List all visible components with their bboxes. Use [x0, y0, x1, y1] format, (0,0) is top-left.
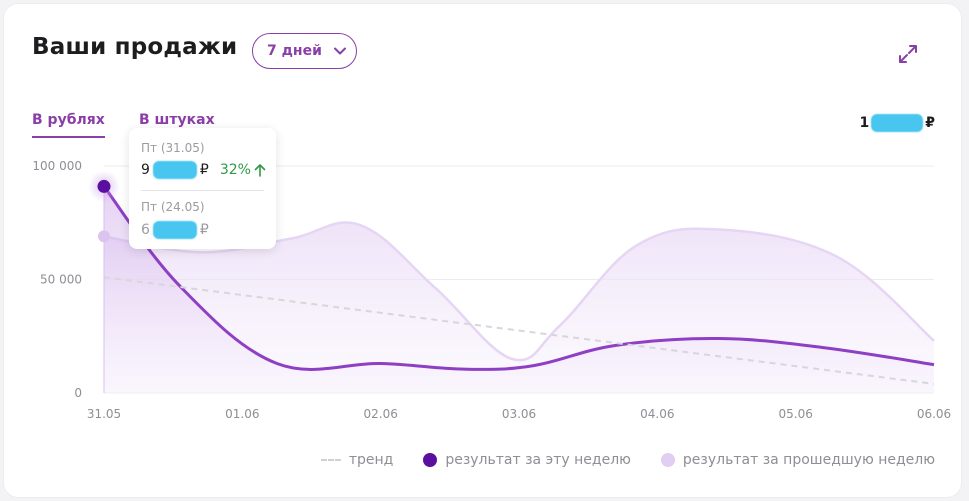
this-week-point [97, 179, 111, 193]
x-tick-label: 03.06 [502, 407, 536, 421]
x-tick-label: 01.06 [225, 407, 259, 421]
legend-item-last-week[interactable]: результат за прошедшую неделю [660, 452, 935, 468]
previous-week-point [98, 230, 110, 243]
redacted-value [152, 221, 197, 239]
trend-swatch [320, 459, 341, 461]
sales-card: Ваши продажи 7 дней В рублях В штуках 1 … [4, 4, 961, 497]
chart-legend: тренд результат за эту неделю результат … [320, 452, 935, 468]
growth-percent: 32% [219, 162, 251, 178]
tooltip-current-prefix: 9 [141, 162, 150, 178]
x-tick-label: 31.05 [87, 407, 121, 421]
tooltip-current-date: Пт (31.05) [141, 141, 205, 155]
legend-label: тренд [348, 452, 394, 468]
last-week-swatch [660, 453, 675, 467]
legend-label: результат за прошедшую неделю [682, 452, 935, 468]
chart-tooltip: Пт (31.05) 9 ₽ 32% Пт (24.05) 6 ₽ [129, 128, 276, 249]
tooltip-current-currency: ₽ [199, 162, 209, 178]
x-tick-label: 04.06 [640, 407, 674, 421]
this-week-swatch [423, 453, 438, 467]
tooltip-previous-value: 6 ₽ [141, 221, 209, 239]
x-tick-label: 05.06 [778, 407, 812, 421]
legend-item-trend[interactable]: тренд [320, 452, 394, 468]
x-tick-label: 02.06 [363, 407, 397, 421]
tooltip-previous-date: Пт (24.05) [141, 200, 205, 214]
legend-label: результат за эту неделю [445, 452, 631, 468]
growth-badge: 32% [220, 162, 266, 178]
tooltip-previous-prefix: 6 [141, 222, 150, 238]
tooltip-current-value: 9 ₽ 32% [141, 161, 266, 179]
y-tick-label: 0 [74, 386, 82, 400]
x-tick-label: 06.06 [917, 407, 951, 421]
arrow-up-icon [254, 164, 266, 177]
y-tick-label: 50 000 [40, 273, 82, 287]
redacted-value [152, 161, 197, 179]
tooltip-divider [141, 190, 264, 191]
tooltip-previous-currency: ₽ [199, 222, 209, 238]
legend-item-this-week[interactable]: результат за эту неделю [423, 452, 631, 468]
y-tick-label: 100 000 [32, 159, 82, 173]
